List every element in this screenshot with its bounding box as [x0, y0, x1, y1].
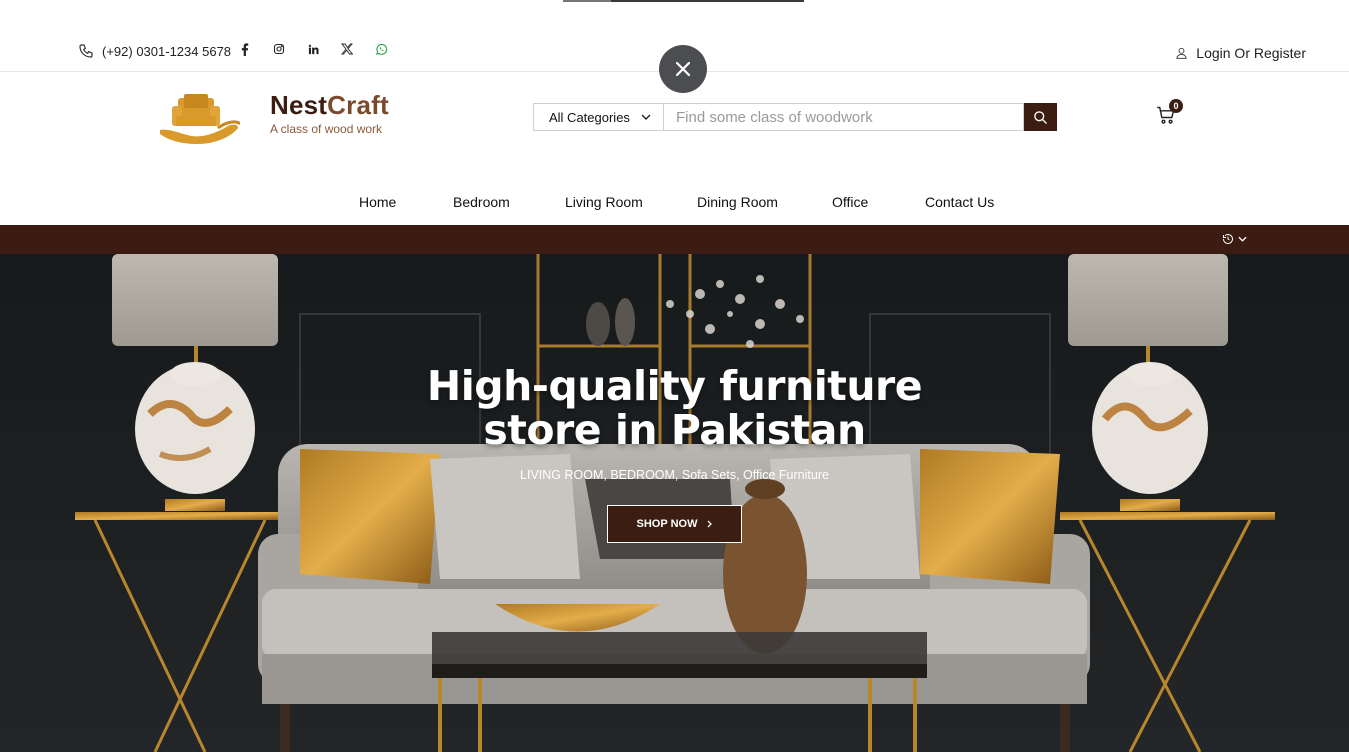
hero-title: High-quality furniture store in Pakistan [0, 364, 1349, 452]
linkedin-icon[interactable] [306, 41, 320, 57]
shop-now-button[interactable]: SHOP NOW [607, 505, 742, 543]
nav-item-dining-room[interactable]: Dining Room [697, 194, 778, 210]
history-dropdown[interactable] [1222, 233, 1247, 245]
chevron-right-icon [707, 520, 713, 528]
search-bar: All Categories [533, 103, 1057, 131]
facebook-icon[interactable] [238, 41, 252, 57]
search-input[interactable] [664, 103, 1024, 131]
brand-name-part1: Nest [270, 90, 328, 120]
category-selected: All Categories [549, 109, 630, 125]
chevron-down-icon [641, 114, 651, 120]
search-icon [1034, 110, 1047, 124]
nav-item-contact-us[interactable]: Contact Us [925, 194, 994, 210]
nav-item-bedroom[interactable]: Bedroom [453, 194, 510, 210]
brand-logo[interactable] [158, 92, 242, 146]
hero-subtitle: LIVING ROOM, BEDROOM, Sofa Sets, Office … [520, 468, 829, 482]
top-progress-strip [563, 0, 804, 2]
main-nav: Home Bedroom Living Room Dining Room Off… [0, 194, 1349, 212]
social-links [238, 41, 388, 57]
close-icon [676, 62, 690, 76]
brand[interactable]: NestCraft A class of wood work [270, 90, 389, 136]
history-icon [1223, 234, 1233, 244]
nav-item-office[interactable]: Office [832, 194, 868, 210]
brand-tagline: A class of wood work [270, 122, 383, 136]
hero-banner: High-quality furniture store in Pakistan… [0, 254, 1349, 752]
brand-name: NestCraft [270, 90, 389, 121]
cart-count-badge: 0 [1169, 99, 1183, 113]
login-label: Login Or Register [1196, 45, 1306, 61]
whatsapp-icon[interactable] [374, 41, 388, 57]
hero-background-image [0, 254, 1349, 752]
x-twitter-icon[interactable] [340, 41, 354, 57]
login-register-link[interactable]: Login Or Register [1175, 45, 1306, 61]
category-select[interactable]: All Categories [533, 103, 664, 131]
shop-now-label: SHOP NOW [636, 518, 698, 530]
hero-title-line2: store in Pakistan [483, 406, 866, 454]
hero-title-line1: High-quality furniture [426, 362, 923, 410]
phone-number: (+92) 0301-1234 5678 [102, 43, 232, 59]
search-button[interactable] [1024, 103, 1057, 131]
phone-contact[interactable]: (+92) 0301-1234 5678 [78, 43, 231, 59]
phone-icon [79, 44, 93, 58]
hero-text: High-quality furniture store in Pakistan… [0, 364, 1349, 482]
hero-top-bar [0, 225, 1349, 254]
brand-name-part2: Craft [327, 90, 389, 120]
chevron-down-icon [1238, 236, 1247, 242]
nav-item-home[interactable]: Home [359, 194, 396, 210]
close-button[interactable] [659, 45, 707, 93]
nav-item-living-room[interactable]: Living Room [565, 194, 643, 210]
instagram-icon[interactable] [272, 41, 286, 57]
user-icon [1176, 47, 1187, 59]
armchair-hand-logo-icon [160, 94, 242, 144]
